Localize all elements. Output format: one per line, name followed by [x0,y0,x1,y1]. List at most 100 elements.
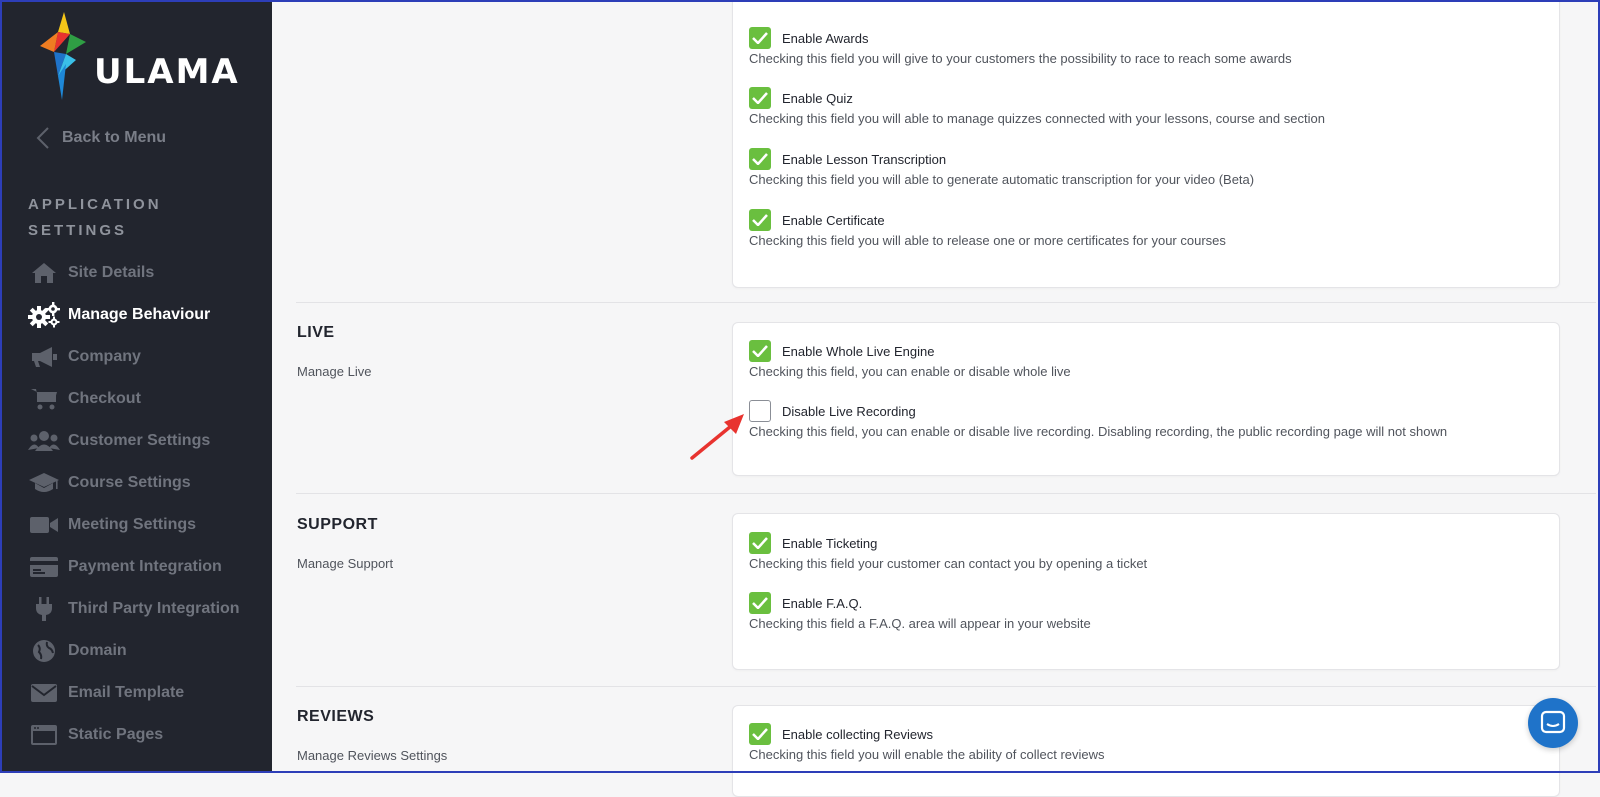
option-label: Enable Whole Live Engine [782,343,935,359]
checkbox-enable-awards[interactable] [749,27,771,49]
sidebar-item-course-settings[interactable]: Course Settings [28,462,240,504]
option-description: Checking this field your customer can co… [749,556,1148,571]
sidebar-item-site-details[interactable]: Site Details [28,252,240,294]
check-icon [752,597,768,609]
check-icon [752,153,768,165]
option-enable-ticketing: Enable Ticketing Checking this field you… [749,531,1147,571]
credit-card-icon [28,555,60,579]
sidebar-item-customer-settings[interactable]: Customer Settings [28,420,240,462]
option-description: Checking this field you will give to you… [749,51,1292,66]
sidebar-item-company[interactable]: Company [28,336,240,378]
annotation-arrow-icon [690,414,744,460]
sidebar-item-label: Domain [68,642,127,659]
option-label: Enable Awards [782,30,869,46]
check-icon [752,345,768,357]
checkbox-enable-lesson-transcription[interactable] [749,148,771,170]
check-icon [752,32,768,44]
checkbox-enable-collecting-reviews[interactable] [749,723,771,745]
check-icon [752,214,768,226]
section-title-support: SUPPORT [297,516,378,533]
section-subtitle-reviews: Manage Reviews Settings [297,748,448,763]
plug-icon [28,597,60,621]
chevron-left-icon [36,127,49,149]
brand-logo[interactable]: ULAMA [36,12,246,102]
back-to-menu-link[interactable]: Back to Menu [36,126,166,150]
features-card: Enable Awards Checking this field you wi… [732,0,1560,288]
video-icon [28,513,60,537]
section-divider [296,686,1596,687]
option-enable-faq: Enable F.A.Q. Checking this field a F.A.… [749,591,1091,631]
option-label: Enable Certificate [782,212,885,228]
check-icon [752,92,768,104]
option-description: Checking this field you will able to man… [749,111,1325,126]
sidebar-item-label: Customer Settings [68,432,211,449]
sidebar-item-label: Site Details [68,264,155,281]
home-icon [28,261,60,285]
option-enable-quiz: Enable Quiz Checking this field you will… [749,86,1325,126]
sidebar-item-label: Company [68,348,141,365]
users-icon [28,429,60,453]
window-icon [28,723,60,747]
option-enable-awards: Enable Awards Checking this field you wi… [749,26,1292,66]
option-enable-lesson-transcription: Enable Lesson Transcription Checking thi… [749,147,1254,187]
main-content: Enable Awards Checking this field you wi… [272,0,1598,797]
option-enable-whole-live-engine: Enable Whole Live Engine Checking this f… [749,339,1071,379]
option-label: Enable F.A.Q. [782,595,863,611]
back-to-menu-label: Back to Menu [62,129,167,146]
sidebar-item-static-pages[interactable]: Static Pages [28,714,240,756]
section-divider [296,302,1596,303]
option-disable-live-recording: Disable Live Recording Checking this fie… [749,399,1447,439]
check-icon [752,728,768,740]
option-label: Disable Live Recording [782,403,916,419]
chat-icon [1540,710,1566,734]
sidebar-item-payment-integration[interactable]: Payment Integration [28,546,240,588]
sidebar-item-third-party-integration[interactable]: Third Party Integration [28,588,240,630]
sidebar-item-label: Manage Behaviour [68,306,211,323]
sidebar-item-label: Course Settings [68,474,191,491]
section-subtitle-support: Manage Support [297,556,394,571]
option-enable-certificate: Enable Certificate Checking this field y… [749,208,1226,248]
sidebar-item-domain[interactable]: Domain [28,630,240,672]
option-description: Checking this field, you can enable or d… [749,424,1448,439]
sidebar-section-title: APPLICATION SETTINGS [28,196,162,239]
sidebar-item-label: Payment Integration [68,558,222,575]
section-title-live: LIVE [297,324,335,341]
check-icon [752,537,768,549]
sidebar-item-email-template[interactable]: Email Template [28,672,240,714]
option-description: Checking this field you will enable the … [749,747,1105,762]
checkbox-enable-certificate[interactable] [749,209,771,231]
checkbox-enable-quiz[interactable] [749,87,771,109]
sidebar-item-label: Meeting Settings [68,516,197,533]
globe-icon [28,639,60,663]
sidebar-item-checkout[interactable]: Checkout [28,378,240,420]
sidebar-item-label: Checkout [68,390,141,407]
sidebar-item-label: Static Pages [68,726,164,743]
checkbox-disable-live-recording[interactable] [749,400,771,422]
sidebar: ULAMA Back to Menu APPLICATION SETTINGS … [2,2,272,771]
checkbox-enable-ticketing[interactable] [749,532,771,554]
sidebar-item-meeting-settings[interactable]: Meeting Settings [28,504,240,546]
chat-support-button[interactable] [1528,698,1578,748]
option-label: Enable Ticketing [782,535,878,551]
option-enable-collecting-reviews: Enable collecting Reviews Checking this … [749,722,1105,762]
option-label: Enable Lesson Transcription [782,151,947,167]
megaphone-icon [28,345,60,369]
brand-name: ULAMA [94,52,240,92]
cart-icon [28,387,60,411]
sidebar-item-manage-behaviour[interactable]: Manage Behaviour [28,294,240,336]
sidebar-item-label: Third Party Integration [68,600,240,617]
section-subtitle-live: Manage Live [297,364,372,379]
option-description: Checking this field you will able to rel… [749,233,1226,248]
reviews-card: Enable collecting Reviews Checking this … [732,705,1560,797]
option-label: Enable Quiz [782,90,853,106]
support-card: Enable Ticketing Checking this field you… [732,513,1560,670]
checkbox-enable-whole-live-engine[interactable] [749,340,771,362]
graduation-cap-icon [28,471,60,495]
sidebar-menu: Site Details Manage Behaviour Company Ch… [28,252,240,756]
section-divider [296,493,1596,494]
checkbox-enable-faq[interactable] [749,592,771,614]
section-title-reviews: REVIEWS [297,708,375,725]
option-label: Enable collecting Reviews [782,726,934,742]
hummingbird-icon [40,12,86,100]
gears-icon [28,302,60,328]
